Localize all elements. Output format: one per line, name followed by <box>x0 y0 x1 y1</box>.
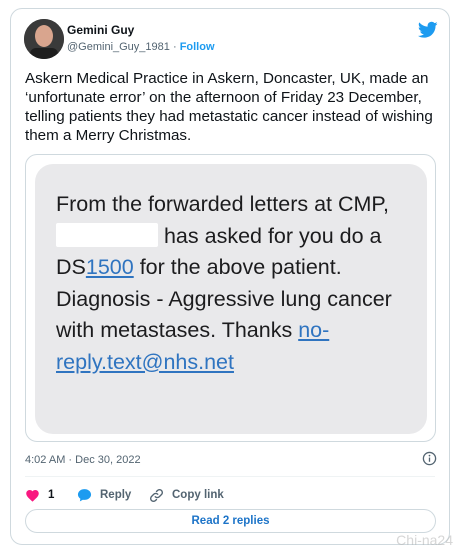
author-name[interactable]: Gemini Guy <box>67 23 134 37</box>
reply-button[interactable]: Reply <box>77 484 131 506</box>
heart-icon <box>26 490 39 502</box>
link-icon <box>150 488 163 502</box>
tweet-media[interactable]: From the forwarded letters at CMP, has a… <box>25 154 436 442</box>
follow-button[interactable]: Follow <box>180 41 215 53</box>
tweet-timestamp[interactable]: 4:02 AM · Dec 30, 2022 <box>25 454 141 466</box>
sms-message-text: From the forwarded letters at CMP, has a… <box>56 189 416 378</box>
like-count: 1 <box>48 489 55 501</box>
sms-text-part-1: From the forwarded letters at CMP, <box>56 192 389 216</box>
watermark: Chi-na24 <box>396 532 453 548</box>
author-handle[interactable]: @Gemini_Guy_1981 <box>67 41 170 53</box>
reply-label: Reply <box>100 489 132 501</box>
avatar-photo-icon <box>24 19 64 59</box>
redaction-box <box>56 222 158 247</box>
sms-message-bubble: From the forwarded letters at CMP, has a… <box>35 164 427 434</box>
reply-bubble-icon <box>77 489 92 502</box>
copy-link-button[interactable]: Copy link <box>149 484 224 506</box>
separator-dot: · <box>172 41 177 53</box>
tweet-card: Gemini Guy @Gemini_Guy_1981 · Follow Ask… <box>10 8 450 545</box>
sms-form-link[interactable]: 1500 <box>86 255 134 279</box>
info-icon[interactable] <box>422 451 437 466</box>
copy-link-label: Copy link <box>172 489 224 501</box>
author-meta-line: @Gemini_Guy_1981 · Follow <box>67 41 215 53</box>
divider <box>25 476 435 477</box>
read-replies-button[interactable]: Read 2 replies <box>25 509 436 533</box>
twitter-bird-icon[interactable] <box>418 21 438 39</box>
tweet-text: Askern Medical Practice in Askern, Donca… <box>25 70 433 144</box>
like-button[interactable]: 1 <box>25 484 54 506</box>
avatar[interactable] <box>24 19 64 59</box>
